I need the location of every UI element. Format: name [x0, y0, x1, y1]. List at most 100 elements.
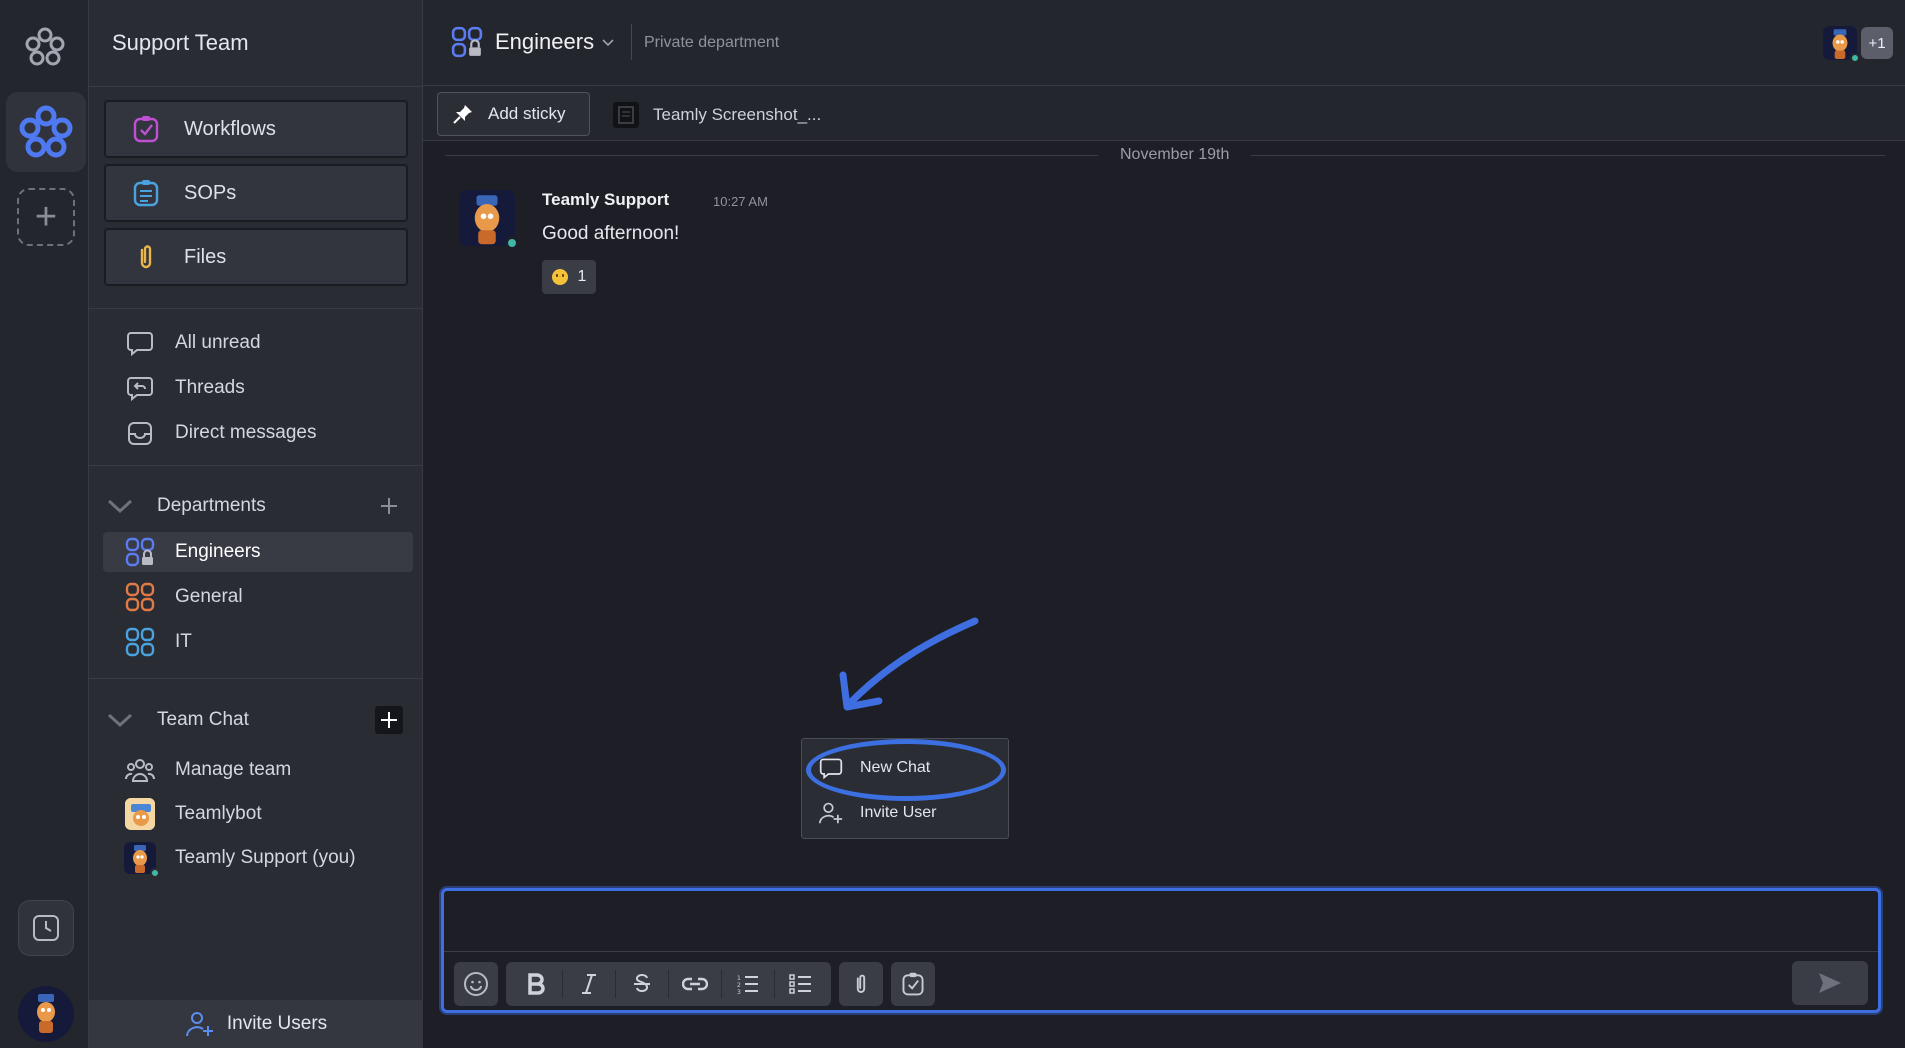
add-workspace-button[interactable]: +: [17, 188, 75, 246]
menu-item-label: Invite User: [860, 804, 937, 821]
paperclip-icon: [856, 974, 866, 993]
add-chat-button[interactable]: [375, 706, 403, 734]
add-sticky-button[interactable]: Add sticky: [437, 92, 590, 136]
team-chat-item-manage-team[interactable]: Manage team: [103, 750, 413, 790]
send-icon: [1819, 973, 1841, 993]
department-locked-icon: [125, 537, 155, 567]
add-department-button[interactable]: [375, 492, 403, 520]
channel-subtitle: Private department: [644, 34, 780, 51]
svg-text:1: 1: [737, 975, 741, 982]
nav-direct-messages[interactable]: Direct messages: [103, 413, 413, 453]
sticky-file-label: Teamly Screenshot_...: [653, 105, 822, 124]
team-chat-label: Team Chat: [157, 709, 249, 730]
message-input[interactable]: [444, 891, 1878, 951]
team-chat-label: Teamly Support (you): [175, 847, 356, 868]
app-root: + Support Team Workflows SOPs Files All …: [0, 0, 1905, 1048]
channel-title-dropdown[interactable]: Engineers: [451, 26, 614, 58]
channel-members[interactable]: +1: [1823, 26, 1893, 63]
departments-header[interactable]: Departments: [103, 486, 413, 526]
nav-label: Threads: [175, 377, 245, 398]
department-locked-icon: [451, 26, 483, 58]
workflow-icon: [130, 113, 162, 145]
workflows-button[interactable]: Workflows: [104, 100, 408, 158]
link-icon: [682, 977, 708, 991]
thread-icon: [125, 373, 155, 403]
bullet-list-icon: [789, 974, 811, 994]
more-members-badge[interactable]: +1: [1861, 27, 1893, 59]
nav-all-unread[interactable]: All unread: [103, 323, 413, 363]
team-chat-add-menu: New Chat Invite User: [801, 738, 1009, 839]
department-label: General: [175, 586, 243, 607]
send-button[interactable]: [1792, 961, 1868, 1005]
departments-label: Departments: [157, 495, 266, 516]
divider: [89, 86, 423, 87]
chevron-down-icon: [103, 711, 137, 729]
file-thumbnail-icon: [613, 102, 639, 128]
ordered-list-button[interactable]: 123: [722, 962, 774, 1006]
nav-threads[interactable]: Threads: [103, 368, 413, 408]
reaction-chip[interactable]: 1: [542, 260, 596, 294]
nav-label: Direct messages: [175, 422, 317, 443]
plus-icon: [381, 498, 397, 514]
department-item-general[interactable]: General: [103, 577, 413, 617]
workspace-title[interactable]: Support Team: [112, 30, 249, 56]
channel-header: Engineers Private department +1: [423, 0, 1905, 86]
divider: [89, 465, 423, 466]
channel-title: Engineers: [495, 29, 595, 54]
sticky-file[interactable]: Teamly Screenshot_...: [613, 102, 821, 128]
link-button[interactable]: [669, 962, 721, 1006]
menu-item-invite-user[interactable]: Invite User: [818, 796, 936, 830]
bold-icon: [528, 973, 545, 995]
team-chat-item-teamlybot[interactable]: Teamlybot: [103, 794, 413, 834]
online-status-indicator: [505, 236, 519, 250]
bold-button[interactable]: [510, 962, 562, 1006]
user-avatar: [124, 842, 160, 878]
online-status-indicator: [150, 868, 160, 878]
files-button[interactable]: Files: [104, 228, 408, 286]
strikethrough-button[interactable]: [616, 962, 668, 1006]
department-item-engineers[interactable]: Engineers: [103, 532, 413, 572]
add-sticky-label: Add sticky: [488, 104, 566, 123]
member-avatar[interactable]: [1823, 26, 1860, 63]
history-button[interactable]: [18, 900, 74, 956]
team-chat-item-teamly-support[interactable]: Teamly Support (you): [103, 838, 413, 878]
plus-icon: [381, 712, 397, 728]
attach-file-button[interactable]: [839, 962, 883, 1006]
invite-users-button[interactable]: Invite Users: [89, 1000, 423, 1048]
department-icon: [125, 627, 155, 657]
formatting-toolbar: 123: [454, 961, 935, 1007]
plus-icon: +: [34, 196, 58, 238]
workspace-support-team[interactable]: [6, 92, 86, 172]
invite-users-label: Invite Users: [226, 1013, 328, 1034]
teamly-logo-icon[interactable]: [22, 24, 68, 70]
sop-icon: [130, 177, 162, 209]
online-status-indicator: [1850, 53, 1860, 63]
strikethrough-icon: [634, 973, 650, 993]
chat-bubble-icon: [818, 756, 844, 780]
add-user-icon: [185, 1010, 215, 1038]
italic-button[interactable]: [563, 962, 615, 1006]
emoji-button[interactable]: [454, 962, 498, 1006]
mascot-avatar-icon: [37, 994, 55, 1033]
sidebar: Support Team Workflows SOPs Files All un…: [89, 0, 423, 1048]
workflows-label: Workflows: [184, 117, 276, 140]
divider: [89, 308, 423, 309]
chat-bubble-icon: [125, 328, 155, 358]
attach-workflow-button[interactable]: [891, 962, 935, 1006]
clock-icon: [33, 915, 59, 941]
message-avatar[interactable]: [459, 190, 519, 250]
ordered-list-icon: 123: [737, 975, 758, 995]
bullet-list-button[interactable]: [775, 962, 827, 1006]
divider: [444, 951, 1878, 952]
message-author[interactable]: Teamly Support: [542, 190, 669, 210]
team-chat-header[interactable]: Team Chat: [103, 700, 413, 740]
team-chat-label: Manage team: [175, 759, 292, 780]
department-item-it[interactable]: IT: [103, 622, 413, 662]
pin-icon: [452, 103, 474, 125]
menu-item-new-chat[interactable]: New Chat: [818, 751, 930, 785]
sops-button[interactable]: SOPs: [104, 164, 408, 222]
user-avatar[interactable]: [18, 986, 74, 1042]
divider: [89, 678, 423, 679]
message-composer: 123: [441, 888, 1881, 1013]
sticky-bar: Add sticky Teamly Screenshot_...: [423, 86, 1905, 141]
